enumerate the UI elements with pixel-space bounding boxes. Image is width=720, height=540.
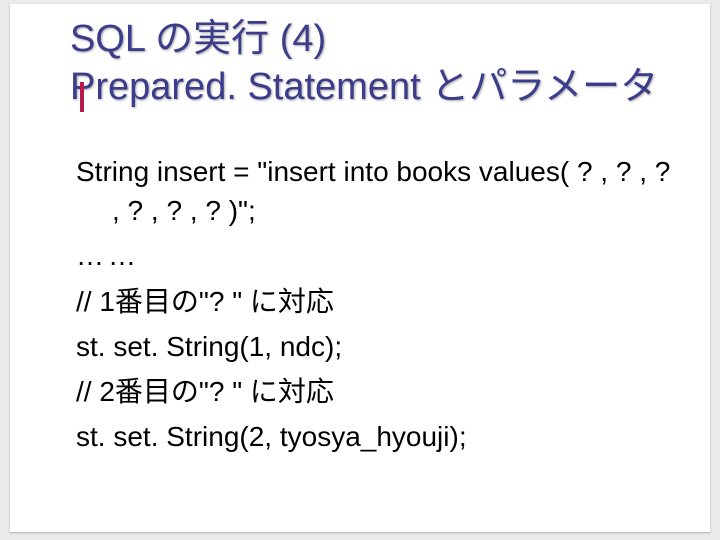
ellipsis-line: …… [76, 236, 676, 275]
code-line-set-2: st. set. String(2, tyosya_hyouji); [76, 417, 676, 456]
title-accent-bar [80, 82, 84, 112]
title-line-2: Prepared. Statement とパラメータ [70, 64, 690, 112]
comment-line-1: // 1番目の"? " に対応 [76, 282, 676, 321]
slide: SQL の実行 (4) Prepared. Statement とパラメータ S… [10, 4, 710, 532]
comment-line-2: // 2番目の"? " に対応 [76, 372, 676, 411]
code-line-set-1: st. set. String(1, ndc); [76, 327, 676, 366]
slide-title: SQL の実行 (4) Prepared. Statement とパラメータ [70, 16, 690, 111]
slide-body: String insert = "insert into books value… [76, 152, 676, 462]
code-line-insert: String insert = "insert into books value… [76, 152, 676, 230]
title-line-1: SQL の実行 (4) [70, 16, 690, 64]
slide-canvas: SQL の実行 (4) Prepared. Statement とパラメータ S… [0, 0, 720, 540]
